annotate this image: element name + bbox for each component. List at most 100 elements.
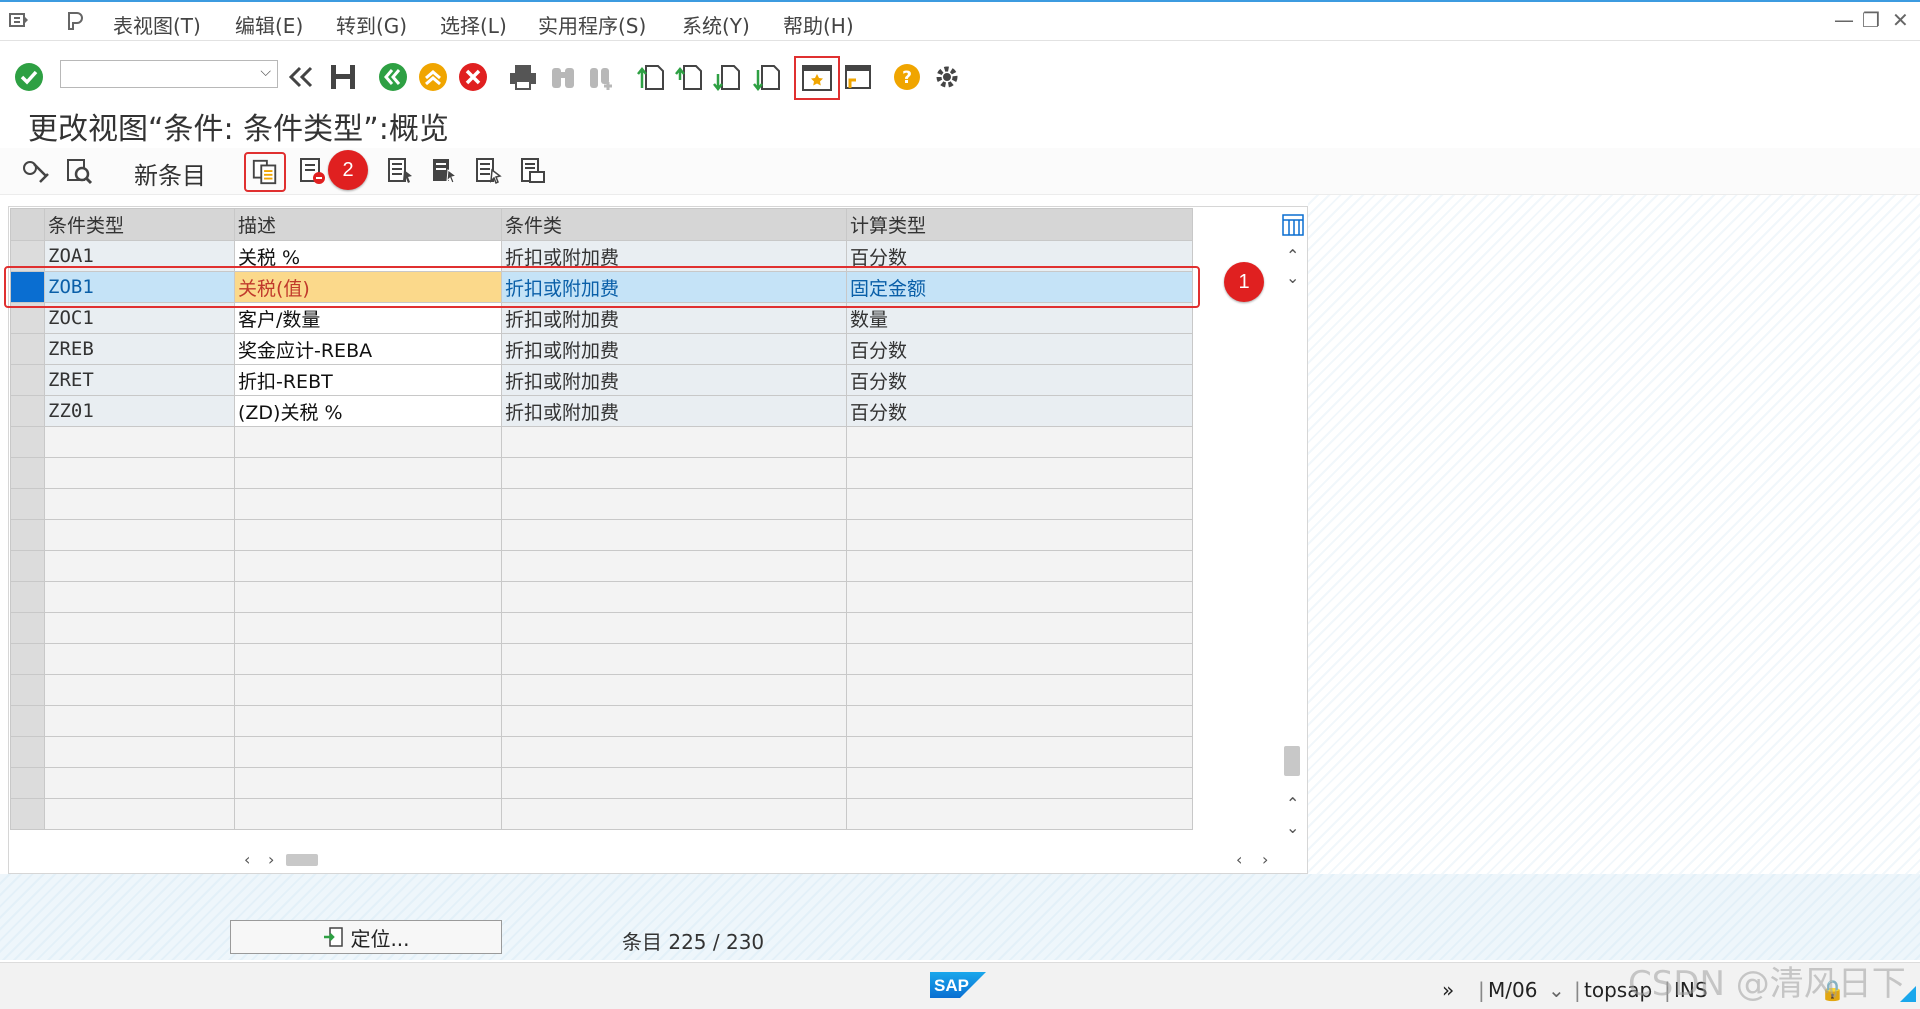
row-selector[interactable] xyxy=(10,767,45,799)
deselect-all-icon[interactable] xyxy=(472,154,506,188)
cell-description[interactable]: 奖金应计-REBA xyxy=(234,333,502,365)
empty-cell xyxy=(234,705,502,737)
menu-selection[interactable]: 选择(L) xyxy=(440,10,507,39)
table-row-empty xyxy=(10,519,1193,551)
scroll-thumb[interactable] xyxy=(1284,746,1300,776)
shortcut-icon[interactable] xyxy=(840,60,874,94)
print-icon[interactable] xyxy=(506,60,540,94)
row-selector[interactable] xyxy=(10,581,45,613)
table-row[interactable]: ZREB 奖金应计-REBA 折扣或附加费 百分数 xyxy=(10,333,1193,365)
row-selector[interactable] xyxy=(10,612,45,644)
menu-icon[interactable] xyxy=(8,10,30,32)
save-icon[interactable] xyxy=(326,60,360,94)
row-selector[interactable] xyxy=(10,798,45,830)
column-settings-icon[interactable] xyxy=(1282,214,1304,236)
scroll-right-icon[interactable]: › xyxy=(268,850,274,869)
col-header-condition-class[interactable]: 条件类 xyxy=(501,208,847,241)
menu-system[interactable]: 系统(Y) xyxy=(682,10,750,39)
menu-table-view[interactable]: 表视图(T) xyxy=(113,10,201,39)
menu-utilities[interactable]: 实用程序(S) xyxy=(538,10,646,39)
display-change-icon[interactable] xyxy=(18,154,52,188)
row-selector[interactable] xyxy=(10,674,45,706)
watermark: CSDN @清风日下 xyxy=(1628,964,1906,1004)
details-icon[interactable] xyxy=(62,154,96,188)
scroll-up-icon[interactable]: ⌃ xyxy=(1286,246,1299,265)
col-header-calculation-type[interactable]: 计算类型 xyxy=(846,208,1193,241)
select-all-cell[interactable] xyxy=(10,208,45,241)
command-field[interactable]: ⌵ xyxy=(60,60,278,88)
delete-icon[interactable] xyxy=(296,154,330,188)
sap-logo-text: SAP xyxy=(934,976,969,995)
first-page-icon[interactable] xyxy=(634,60,668,94)
restore-icon[interactable]: ❐ xyxy=(1862,8,1880,32)
table-row[interactable]: ZZ01 (ZD)关税 % 折扣或附加费 百分数 xyxy=(10,395,1193,427)
select-all-icon[interactable] xyxy=(384,154,418,188)
empty-cell xyxy=(44,612,235,644)
print-list-icon[interactable] xyxy=(516,154,550,188)
minimize-icon[interactable]: — xyxy=(1834,8,1854,32)
row-selector[interactable] xyxy=(10,705,45,737)
find-next-icon[interactable] xyxy=(584,60,618,94)
position-button[interactable]: 定位... xyxy=(230,920,502,954)
cancel-icon[interactable] xyxy=(456,60,490,94)
last-page-icon[interactable] xyxy=(750,60,784,94)
settings-icon[interactable] xyxy=(930,60,964,94)
copy-as-icon[interactable] xyxy=(244,152,286,192)
empty-cell xyxy=(846,612,1193,644)
vertical-scrollbar[interactable]: ⌃ ⌄ ⌃ ⌄ xyxy=(1280,210,1306,872)
green-back-icon[interactable] xyxy=(376,60,410,94)
empty-cell xyxy=(234,736,502,768)
cell-description[interactable]: (ZD)关税 % xyxy=(234,395,502,427)
find-icon[interactable] xyxy=(546,60,580,94)
session-dropdown-icon[interactable]: ⌄ xyxy=(1548,978,1565,1002)
empty-cell xyxy=(501,550,847,582)
scroll-down-small-icon[interactable]: ⌄ xyxy=(1286,818,1299,837)
scroll-left-icon[interactable]: ‹ xyxy=(244,850,250,869)
row-selector[interactable] xyxy=(10,395,45,427)
row-selector[interactable] xyxy=(10,643,45,675)
empty-cell xyxy=(846,550,1193,582)
empty-cell xyxy=(501,674,847,706)
table-row-empty xyxy=(10,674,1193,706)
row-selector[interactable] xyxy=(10,550,45,582)
next-page-icon[interactable] xyxy=(710,60,744,94)
h-scroll-thumb[interactable] xyxy=(286,854,318,866)
scroll-up-small-icon[interactable]: ⌃ xyxy=(1286,794,1299,813)
double-left-icon[interactable] xyxy=(284,60,318,94)
row-selector[interactable] xyxy=(10,488,45,520)
chevron-down-icon[interactable]: ⌵ xyxy=(260,64,271,80)
empty-cell xyxy=(234,798,502,830)
table-row[interactable]: ZRET 折扣-REBT 折扣或附加费 百分数 xyxy=(10,364,1193,396)
row-selector[interactable] xyxy=(10,736,45,768)
row-selector[interactable] xyxy=(10,519,45,551)
help-icon[interactable]: ? xyxy=(890,60,924,94)
enter-check-icon[interactable] xyxy=(12,60,46,94)
empty-cell xyxy=(234,550,502,582)
scroll-left-2-icon[interactable]: ‹ xyxy=(1236,850,1242,869)
menu-goto[interactable]: 转到(G) xyxy=(336,10,407,39)
col-header-condition-type[interactable]: 条件类型 xyxy=(44,208,235,241)
empty-cell xyxy=(234,581,502,613)
empty-cell xyxy=(234,519,502,551)
row-selector[interactable] xyxy=(10,364,45,396)
table-row-empty xyxy=(10,767,1193,799)
row-selector[interactable] xyxy=(10,426,45,458)
status-expand-icon[interactable]: » xyxy=(1442,978,1454,1002)
resize-grip-icon[interactable] xyxy=(1900,986,1916,1002)
row-selector[interactable] xyxy=(10,333,45,365)
cell-condition-type: ZZ01 xyxy=(44,395,235,427)
exit-icon[interactable] xyxy=(416,60,450,94)
select-block-icon[interactable] xyxy=(428,154,462,188)
menu-help[interactable]: 帮助(H) xyxy=(783,10,854,39)
row-selector[interactable] xyxy=(10,457,45,489)
scroll-down-icon[interactable]: ⌄ xyxy=(1286,268,1299,287)
col-header-description[interactable]: 描述 xyxy=(234,208,502,241)
create-session-icon[interactable] xyxy=(794,56,840,100)
cell-description[interactable]: 折扣-REBT xyxy=(234,364,502,396)
customize-icon[interactable] xyxy=(64,10,86,32)
prev-page-icon[interactable] xyxy=(672,60,706,94)
new-entries-button[interactable]: 新条目 xyxy=(134,156,206,191)
menu-edit[interactable]: 编辑(E) xyxy=(235,10,303,39)
scroll-right-2-icon[interactable]: › xyxy=(1262,850,1268,869)
close-window-icon[interactable]: ✕ xyxy=(1892,8,1909,32)
